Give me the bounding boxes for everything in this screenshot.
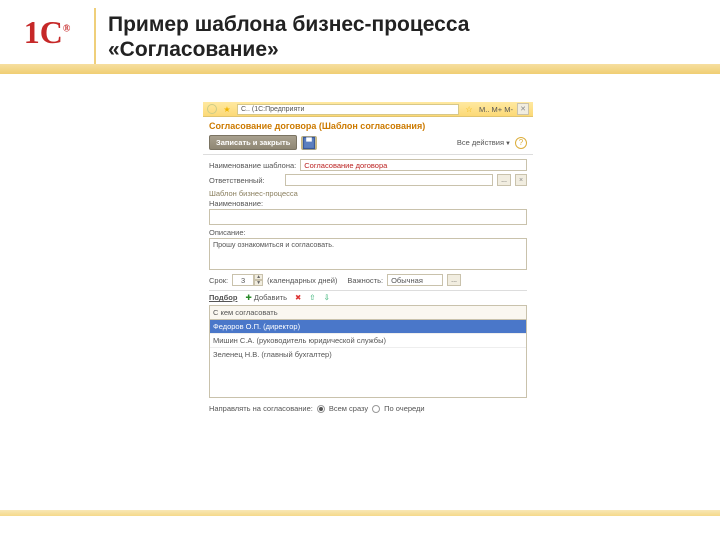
bp-template-label: Шаблон бизнес-процесса <box>209 189 527 198</box>
gold-band-bottom <box>0 510 720 516</box>
tab-select[interactable]: Подбор <box>209 293 237 302</box>
responsible-label: Ответственный: <box>209 176 281 185</box>
app-window: ★ С.. (1С:Предприяти ☆ М.. М+ М- ✕ Согла… <box>203 102 533 419</box>
template-name-input[interactable] <box>300 159 527 171</box>
importance-picker[interactable]: ... <box>447 274 461 286</box>
approvers-list: С кем согласовать Федоров О.П. (директор… <box>209 305 527 398</box>
responsible-input[interactable] <box>285 174 493 186</box>
list-item[interactable]: Федоров О.П. (директор) <box>210 320 526 334</box>
name-input[interactable] <box>209 209 527 225</box>
send-mode-row: Направлять на согласование: Всем сразу П… <box>209 404 527 413</box>
memory-hint: М.. М+ М- <box>479 105 513 114</box>
form-body: Наименование шаблона: Ответственный: ...… <box>203 155 533 419</box>
slide-header: 1C® Пример шаблона бизнес-процесса «Согл… <box>0 0 720 64</box>
radio-seq[interactable] <box>372 405 380 413</box>
slide-title: Пример шаблона бизнес-процесса «Согласов… <box>108 12 469 62</box>
gold-band-top <box>0 64 720 74</box>
move-down-button[interactable]: ⇩ <box>324 293 330 302</box>
delete-button[interactable]: ✖ <box>295 293 301 302</box>
description-input[interactable]: Прошу ознакомиться и согласовать. <box>209 238 527 270</box>
list-item[interactable]: Мишин С.А. (руководитель юридической слу… <box>210 334 526 348</box>
list-empty-area[interactable] <box>210 361 526 397</box>
action-bar: Записать и закрыть Все действия▼ ? <box>203 133 533 155</box>
favorite-icon[interactable]: ★ <box>221 104 233 115</box>
save-button[interactable] <box>301 136 317 150</box>
list-toolbar: Подбор ✚ Добавить ✖ ⇧ ⇩ <box>209 290 527 305</box>
logo-1c: 1C® <box>0 8 94 64</box>
help-button[interactable]: ? <box>515 137 527 149</box>
importance-label: Важность: <box>347 276 383 285</box>
save-close-button[interactable]: Записать и закрыть <box>209 135 297 150</box>
template-name-label: Наименование шаблона: <box>209 161 296 170</box>
close-icon[interactable]: ✕ <box>517 103 529 115</box>
importance-input[interactable] <box>387 274 443 286</box>
all-actions-link[interactable]: Все действия▼ <box>457 138 511 147</box>
responsible-clear[interactable]: × <box>515 174 527 186</box>
deadline-unit: (календарных дней) <box>267 276 337 285</box>
favorite-pin-icon[interactable]: ☆ <box>463 104 475 115</box>
move-up-button[interactable]: ⇧ <box>309 293 315 302</box>
radio-all-label: Всем сразу <box>329 404 368 413</box>
list-item[interactable]: Зеленец Н.В. (главный бухгалтер) <box>210 348 526 361</box>
deadline-label: Срок: <box>209 276 228 285</box>
app-toolbar: ★ С.. (1С:Предприяти ☆ М.. М+ М- ✕ <box>203 102 533 117</box>
radio-seq-label: По очереди <box>384 404 424 413</box>
home-icon[interactable] <box>207 104 217 114</box>
radio-all[interactable] <box>317 405 325 413</box>
tab-add[interactable]: ✚ Добавить <box>245 293 287 302</box>
name-label: Наименование: <box>209 199 527 208</box>
spin-down-icon[interactable]: ▼ <box>254 280 263 286</box>
deadline-input[interactable] <box>232 274 254 286</box>
window-title: Согласование договора (Шаблон согласован… <box>203 117 533 133</box>
responsible-picker[interactable]: ... <box>497 174 511 186</box>
deadline-spinner[interactable]: ▲▼ <box>232 274 263 286</box>
send-label: Направлять на согласование: <box>209 404 313 413</box>
list-header: С кем согласовать <box>210 306 526 320</box>
address-bar[interactable]: С.. (1С:Предприяти <box>237 104 459 115</box>
description-label: Описание: <box>209 228 527 237</box>
